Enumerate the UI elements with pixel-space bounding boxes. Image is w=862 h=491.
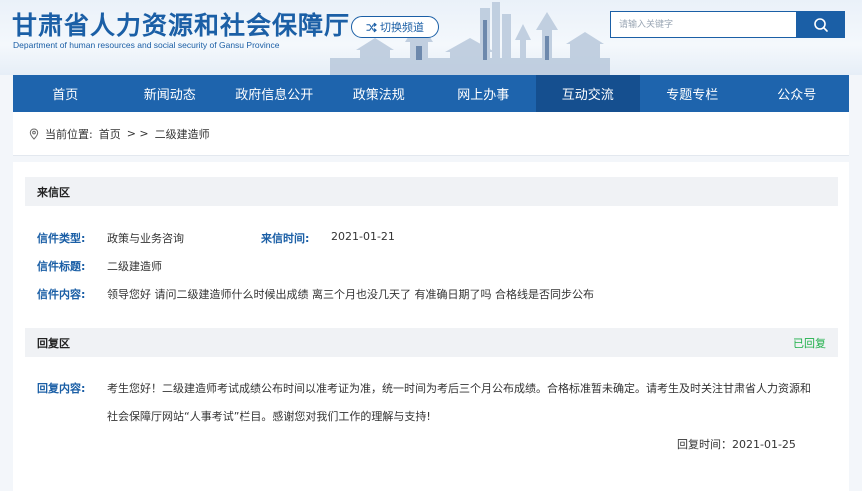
reply-time: 回复时间：2021-01-25 (677, 438, 796, 451)
breadcrumb-current: 二级建造师 (154, 127, 210, 141)
site-title[interactable]: 甘肃省人力资源和社会保障厅 (12, 6, 350, 42)
reply-content-label: 回复内容: (37, 382, 86, 395)
nav-item-gov-info[interactable]: 政府信息公开 (222, 75, 327, 112)
letter-content-label: 信件内容: (37, 288, 86, 301)
breadcrumb-separator: > > (126, 127, 149, 140)
letter-type-value: 政策与业务咨询 (107, 232, 184, 245)
site-subtitle: Department of human resources and social… (13, 40, 280, 50)
letter-time-label: 来信时间: (261, 232, 310, 245)
nav-item-online-service[interactable]: 网上办事 (431, 75, 536, 112)
main-nav: 首页 新闻动态 政府信息公开 政策法规 网上办事 互动交流 专题专栏 公众号 (13, 75, 849, 112)
search-button[interactable] (797, 11, 845, 38)
nav-item-interaction[interactable]: 互动交流 (535, 75, 640, 112)
letter-type-label: 信件类型: (37, 232, 86, 245)
site-header: 甘肃省人力资源和社会保障厅 Department of human resour… (0, 0, 862, 75)
shuffle-icon (366, 22, 377, 32)
letter-subject-label: 信件标题: (37, 260, 86, 273)
reply-content-line-1: 考生您好！二级建造师考试成绩公布时间以准考证为准，统一时间为考后三个月公布成绩。… (107, 382, 811, 395)
letter-section-title: 来信区 (37, 185, 70, 199)
reply-content-line-2: 社会保障厅网站“人事考试”栏目。感谢您对我们工作的理解与支持! (107, 410, 431, 423)
reply-status-badge: 已回复 (793, 336, 826, 350)
breadcrumb-home-link[interactable]: 首页 (99, 126, 121, 142)
nav-item-home[interactable]: 首页 (13, 75, 118, 112)
nav-item-policy[interactable]: 政策法规 (327, 75, 432, 112)
reply-section-header: 回复区 已回复 (25, 328, 838, 357)
letter-section-header: 来信区 (25, 177, 838, 206)
nav-item-special-topics[interactable]: 专题专栏 (640, 75, 745, 112)
switch-channel-button[interactable]: 切换频道 (351, 16, 439, 38)
nav-item-official-account[interactable]: 公众号 (745, 75, 850, 112)
location-pin-icon (29, 127, 39, 140)
letter-content-value: 领导您好 请问二级建造师什么时候出成绩 离三个月也没几天了 有准确日期了吗 合格… (107, 288, 594, 301)
breadcrumb: 当前位置: 首页 > > 二级建造师 (13, 112, 849, 156)
search-icon (814, 17, 828, 32)
nav-item-news[interactable]: 新闻动态 (118, 75, 223, 112)
letter-detail-panel: 来信区 信件类型: 政策与业务咨询 来信时间: 2021-01-21 信件标题:… (13, 162, 849, 491)
search-input[interactable] (610, 11, 797, 38)
letter-subject-value: 二级建造师 (107, 260, 162, 273)
letter-time-value: 2021-01-21 (331, 230, 395, 243)
breadcrumb-prefix: 当前位置: (45, 127, 93, 141)
switch-channel-label: 切换频道 (380, 21, 424, 34)
reply-section-title: 回复区 (37, 336, 70, 350)
